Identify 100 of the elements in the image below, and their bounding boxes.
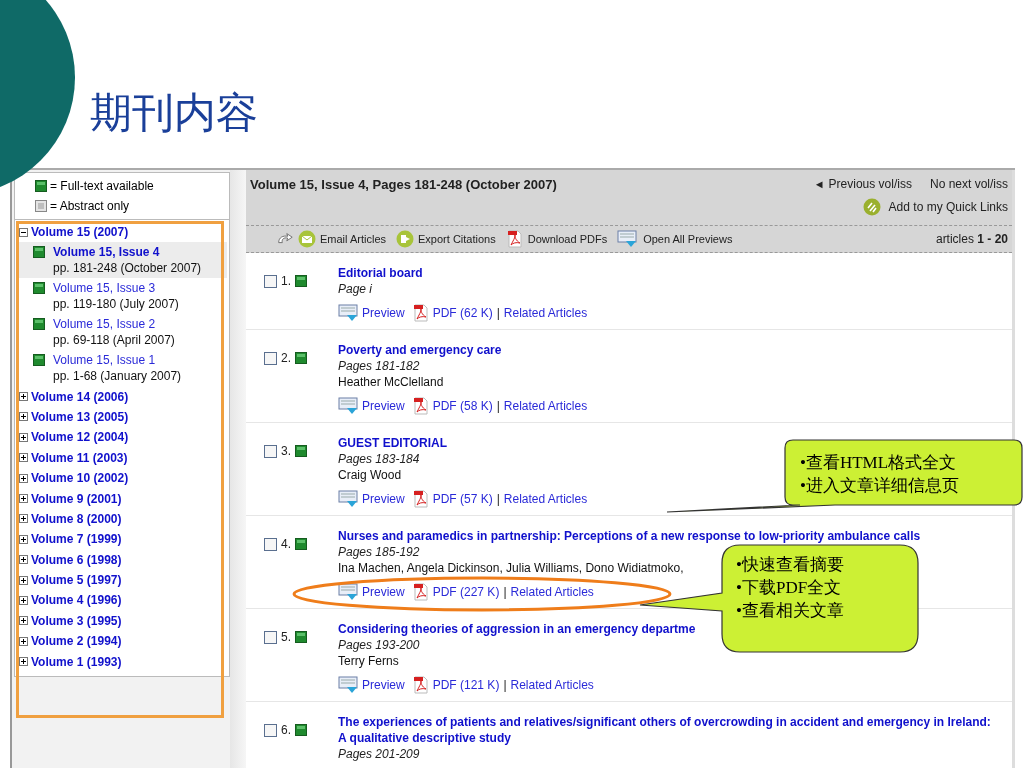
previous-link[interactable]: Previous vol/iss xyxy=(828,177,912,191)
expand-icon[interactable] xyxy=(19,412,28,422)
article-pages: Pages 193-200 xyxy=(338,637,420,653)
article-checkbox[interactable] xyxy=(264,274,277,288)
pdf-icon[interactable] xyxy=(412,676,429,694)
volume-link[interactable]: Volume 14 (2006) xyxy=(31,389,129,404)
volume-link[interactable]: Volume 4 (1996) xyxy=(31,593,122,608)
expand-icon[interactable] xyxy=(19,636,28,646)
volume-link[interactable]: Volume 5 (1997) xyxy=(31,573,122,588)
related-articles-link[interactable]: Related Articles xyxy=(510,677,594,693)
preview-link[interactable]: Preview xyxy=(362,305,405,321)
volume-link[interactable]: Volume 15 (2007) xyxy=(31,225,129,240)
link-separator: | xyxy=(496,305,500,321)
volume-link[interactable]: Volume 12 (2004) xyxy=(31,430,129,445)
expand-icon[interactable] xyxy=(19,514,28,524)
link-separator: | xyxy=(496,398,500,414)
toolbar-action[interactable]: Export Citations xyxy=(418,233,496,245)
preview-link[interactable]: Preview xyxy=(362,491,405,507)
volume-link[interactable]: Volume 13 (2005) xyxy=(31,409,129,424)
previous-arrow[interactable]: ◄ xyxy=(813,178,825,190)
pdf-icon[interactable] xyxy=(412,490,429,508)
full-text-icon xyxy=(33,246,45,259)
article-pages: Page i xyxy=(338,281,373,297)
expand-icon[interactable] xyxy=(19,432,28,442)
preview-icon[interactable] xyxy=(338,490,360,508)
pdf-icon[interactable] xyxy=(412,583,429,601)
article-pages: Pages 183-184 xyxy=(338,451,420,467)
issue-pages: pp. 181-248 (October 2007) xyxy=(53,260,202,277)
volume-link[interactable]: Volume 10 (2002) xyxy=(31,471,129,486)
article-checkbox[interactable] xyxy=(264,630,277,644)
article-number: 6. xyxy=(281,723,291,737)
preview-link[interactable]: Preview xyxy=(362,398,405,414)
volume-link[interactable]: Volume 3 (1995) xyxy=(31,613,122,628)
full-text-icon xyxy=(33,318,45,331)
article-number: 5. xyxy=(281,630,291,644)
pdf-link[interactable]: PDF (62 K) xyxy=(432,305,493,321)
callout-text: •下载PDF全文 xyxy=(736,577,843,599)
preview-link[interactable]: Preview xyxy=(362,677,405,693)
pdf-icon[interactable] xyxy=(412,397,429,415)
preview-icon[interactable] xyxy=(338,676,360,694)
related-articles-link[interactable]: Related Articles xyxy=(503,305,588,321)
expand-icon[interactable] xyxy=(19,392,28,402)
issue-item[interactable]: Volume 15, Issue 1 pp. 1-68 (January 2007) xyxy=(19,350,227,387)
article-title-link[interactable]: Considering theories of aggression in an emergency departme xyxy=(338,621,696,637)
volume-link[interactable]: Volume 9 (2001) xyxy=(31,491,122,506)
issue-item[interactable]: Volume 15, Issue 4 pp. 181-248 (October 2007) xyxy=(19,242,227,279)
related-articles-link[interactable]: Related Articles xyxy=(510,584,594,600)
legend-label: = Abstract only xyxy=(50,199,130,213)
volume-link[interactable]: Volume 7 (1999) xyxy=(31,532,122,547)
article-checkbox[interactable] xyxy=(264,537,277,551)
issue-link[interactable]: Volume 15, Issue 2 xyxy=(53,316,175,333)
preview-link[interactable]: Preview xyxy=(362,584,405,600)
toolbar-action[interactable]: Download PDFs xyxy=(527,233,608,245)
issue-link[interactable]: Volume 15, Issue 1 xyxy=(53,352,182,369)
volume-link[interactable]: Volume 2 (1994) xyxy=(31,634,122,649)
pdf-link[interactable]: PDF (57 K) xyxy=(432,491,493,507)
expand-icon[interactable] xyxy=(19,453,28,463)
expand-icon[interactable] xyxy=(19,575,28,585)
issue-pages: pp. 69-118 (April 2007) xyxy=(53,332,175,349)
toolbar-action[interactable]: Email Articles xyxy=(320,233,387,245)
article-title-link[interactable]: Nurses and paramedics in partnership: Perceptions of a new response to low-priority ambulance calls xyxy=(338,528,921,544)
pdf-icon[interactable] xyxy=(505,230,524,248)
article-title-link[interactable]: Poverty and emergency care xyxy=(338,342,588,358)
expand-icon[interactable] xyxy=(19,494,28,504)
preview-icon[interactable] xyxy=(338,583,360,601)
volume-link[interactable]: Volume 11 (2003) xyxy=(31,450,128,465)
article-checkbox[interactable] xyxy=(264,444,277,458)
issue-link[interactable]: Volume 15, Issue 3 xyxy=(53,280,179,297)
expand-icon[interactable] xyxy=(19,616,28,626)
article-title-link[interactable]: Editorial board xyxy=(338,265,588,281)
count-label: articles xyxy=(935,232,974,246)
pdf-link[interactable]: PDF (227 K) xyxy=(432,584,500,600)
expand-icon[interactable] xyxy=(19,555,28,565)
quick-links-link[interactable]: Add to my Quick Links xyxy=(888,200,1008,214)
issue-link[interactable]: Volume 15, Issue 4 xyxy=(53,244,202,261)
volume-link[interactable]: Volume 6 (1998) xyxy=(31,552,122,567)
article-title-link[interactable]: The experiences of patients and relatives/significant others of overcrowding in accident and emergency in Ireland: A qualitative descriptive study xyxy=(338,714,992,746)
volume-link[interactable]: Volume 8 (2000) xyxy=(31,511,122,526)
preview-icon[interactable] xyxy=(338,304,360,322)
pdf-icon[interactable] xyxy=(412,304,429,322)
pdf-link[interactable]: PDF (121 K) xyxy=(432,677,500,693)
issue-item[interactable]: Volume 15, Issue 3 pp. 119-180 (July 2007) xyxy=(19,278,227,315)
article-checkbox[interactable] xyxy=(264,351,277,365)
collapse-icon[interactable] xyxy=(19,227,28,237)
expand-icon[interactable] xyxy=(19,596,28,605)
expand-icon[interactable] xyxy=(19,473,28,483)
issue-item[interactable]: Volume 15, Issue 2 pp. 69-118 (April 2007) xyxy=(19,314,227,351)
article-number: 3. xyxy=(281,444,291,458)
volume-link[interactable]: Volume 1 (1993) xyxy=(31,654,122,669)
preview-icon[interactable] xyxy=(338,397,360,415)
article-authors: Ina Machen, Angela Dickinson, Julia Williams, Dono Widiatmoko, xyxy=(338,560,684,576)
pdf-link[interactable]: PDF (58 K) xyxy=(432,398,493,414)
expand-icon[interactable] xyxy=(19,657,28,667)
toolbar-action[interactable]: Open All Previews xyxy=(643,233,733,245)
related-articles-link[interactable]: Related Articles xyxy=(503,398,588,414)
article-checkbox[interactable] xyxy=(264,723,277,737)
article-pages: Pages 201-209 xyxy=(338,746,420,762)
expand-icon[interactable] xyxy=(19,534,28,544)
article-title-link[interactable]: GUEST EDITORIAL xyxy=(338,435,588,451)
related-articles-link[interactable]: Related Articles xyxy=(503,491,588,507)
